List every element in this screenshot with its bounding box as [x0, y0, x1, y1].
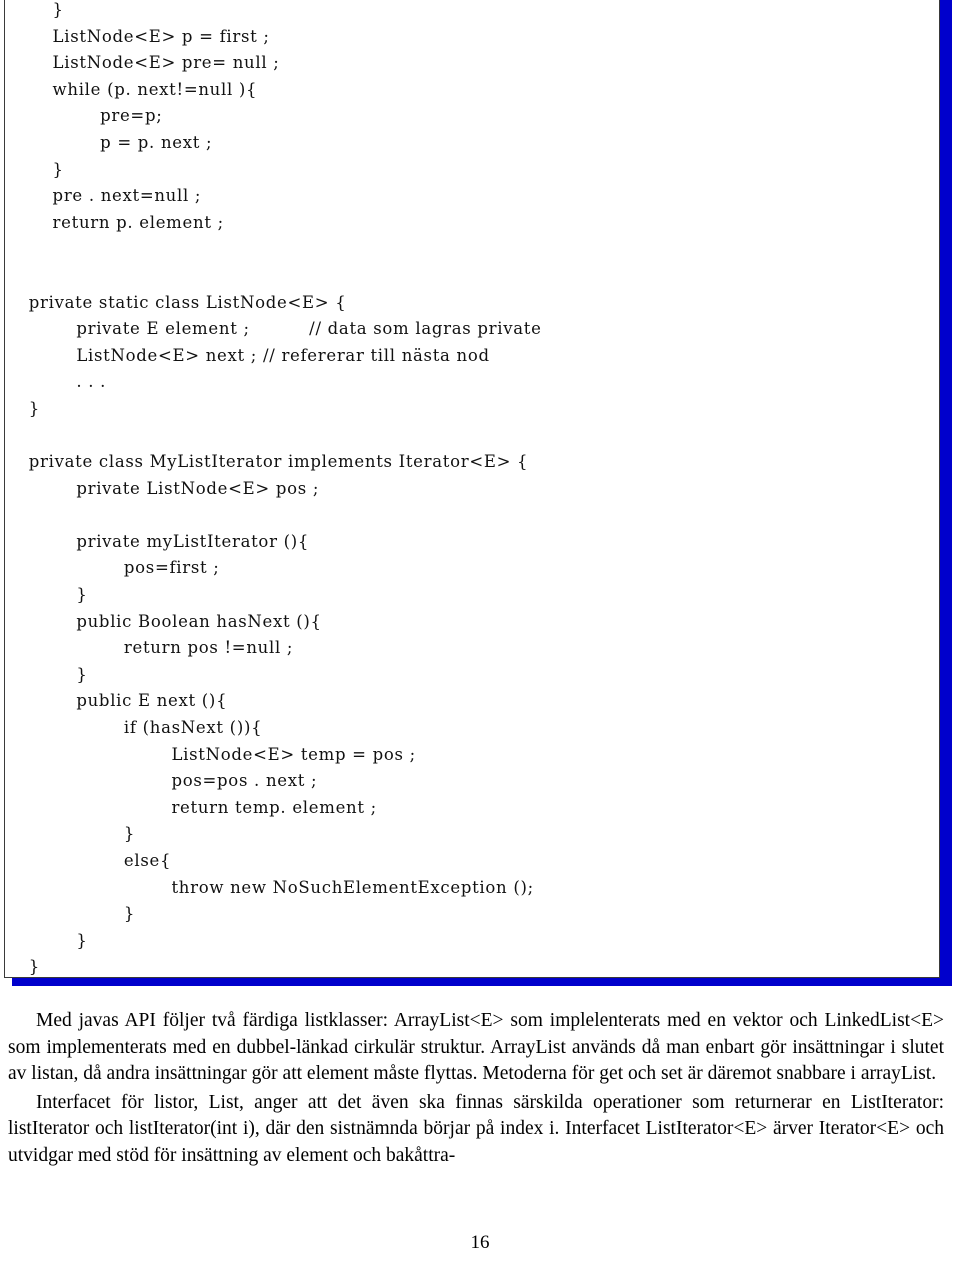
code-line: ListNode<E> next ; // refererar till näs… — [5, 345, 490, 365]
code-line: ListNode<E> temp = pos ; — [5, 744, 416, 764]
code-line: } — [5, 0, 64, 19]
code-line: private myListIterator (){ — [5, 531, 310, 551]
code-line: } — [5, 930, 88, 950]
code-line: } — [5, 664, 88, 684]
code-line: throw new NoSuchElementException (); — [5, 877, 534, 897]
code-line: return pos !=null ; — [5, 638, 294, 658]
code-line: public E next (){ — [5, 691, 228, 711]
paragraph: Med javas API följer två färdiga listkla… — [8, 1010, 944, 1084]
code-box-frame: } ListNode<E> p = first ; ListNode<E> pr… — [4, 0, 940, 978]
code-line: } — [5, 398, 40, 418]
code-line: pos=first ; — [5, 558, 220, 578]
code-line: . . . — [5, 372, 107, 392]
code-line: private class MyListIterator implements … — [5, 452, 529, 472]
code-line: while (p. next!=null ){ — [5, 79, 258, 99]
code-line: } — [5, 159, 64, 179]
code-line: } — [5, 824, 136, 844]
code-listing-container: } ListNode<E> p = first ; ListNode<E> pr… — [0, 0, 952, 1000]
code-line: ListNode<E> p = first ; — [5, 26, 270, 46]
code-line: else{ — [5, 851, 172, 870]
code-line: public Boolean hasNext (){ — [5, 611, 322, 631]
code-line: private ListNode<E> pos ; — [5, 478, 320, 498]
code-line: if (hasNext ()){ — [5, 718, 263, 738]
code-line: return p. element ; — [5, 212, 224, 232]
page-number: 16 — [470, 1232, 490, 1253]
code-line: } — [5, 904, 136, 924]
code-line: ListNode<E> pre= null ; — [5, 53, 280, 73]
body-text: Med javas API följer två färdiga listkla… — [8, 1008, 944, 1169]
code-line: pre . next=null ; — [5, 186, 202, 206]
code-line: pos=pos . next ; — [5, 771, 318, 791]
code-line: private E element ; // data som lagras p… — [5, 319, 542, 339]
code-line: pre=p; — [5, 106, 163, 126]
java-code-listing: } ListNode<E> p = first ; ListNode<E> pr… — [5, 0, 939, 977]
code-line: private static class ListNode<E> { — [5, 292, 347, 312]
code-line: p = p. next ; — [5, 132, 213, 152]
paragraph: Interfacet för listor, List, anger att d… — [8, 1091, 944, 1166]
code-line: } — [5, 585, 88, 605]
code-line: } — [5, 957, 40, 977]
code-line: return temp. element ; — [5, 797, 377, 817]
